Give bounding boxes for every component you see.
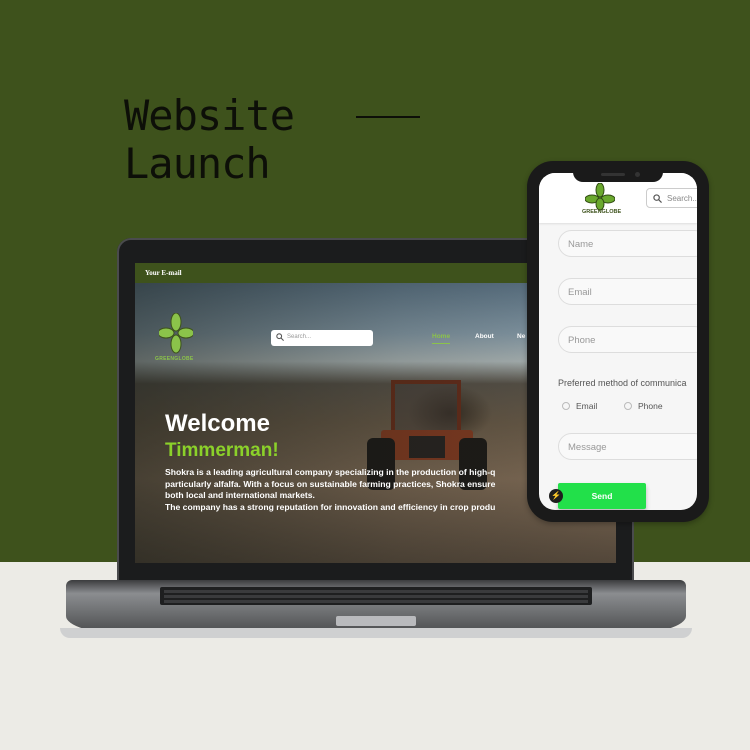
radio-email[interactable]: Email: [562, 401, 597, 411]
radio-circle[interactable]: [624, 402, 632, 410]
search-icon: [276, 333, 284, 341]
laptop-base-edge: [60, 628, 692, 638]
headline-line-2: Launch: [124, 139, 271, 188]
message-field[interactable]: Message: [558, 433, 697, 460]
hero-user-name: Timmerman!: [165, 440, 279, 461]
preferred-method-label: Preferred method of communica: [558, 378, 687, 388]
phone-logo-text: GREENGLOBE: [582, 209, 622, 215]
message-placeholder: Message: [568, 442, 607, 453]
logo-text: GREENGLOBE: [155, 356, 194, 362]
leaf-logo-icon[interactable]: [585, 183, 615, 211]
name-field[interactable]: Name: [558, 230, 697, 257]
phone-notch: [573, 168, 663, 182]
search-input[interactable]: Search...: [271, 330, 373, 346]
promo-stage: Website Launch Your E-mail GREENGLOBE Se…: [0, 0, 750, 750]
headline-divider: [356, 116, 420, 118]
radio-email-label: Email: [576, 401, 598, 411]
laptop-trackpad: [336, 616, 416, 626]
nav-about[interactable]: About: [475, 333, 494, 340]
radio-phone[interactable]: Phone: [624, 401, 663, 411]
promo-headline: Website Launch: [124, 91, 295, 188]
hero-welcome: Welcome: [165, 410, 270, 437]
phone-placeholder: Phone: [568, 335, 596, 346]
laptop-keyboard: [160, 587, 592, 605]
phone-screen: GREENGLOBE Search... Name Email Phone Pr…: [539, 173, 697, 510]
camera-icon: [635, 172, 640, 177]
topbar-email[interactable]: Your E-mail: [145, 269, 182, 277]
search-icon: [653, 194, 662, 203]
bolt-icon[interactable]: ⚡: [549, 489, 563, 503]
nav-home[interactable]: Home: [432, 333, 451, 344]
radio-circle[interactable]: [562, 402, 570, 410]
email-field[interactable]: Email: [558, 278, 697, 305]
phone-field[interactable]: Phone: [558, 326, 697, 353]
phone-search-placeholder: Search...: [667, 194, 697, 203]
leaf-logo-icon[interactable]: [159, 313, 193, 357]
headline-line-1: Website: [124, 91, 295, 140]
search-placeholder: Search...: [287, 334, 312, 340]
nav-news[interactable]: Ne: [517, 333, 525, 340]
email-placeholder: Email: [568, 287, 592, 298]
name-placeholder: Name: [568, 239, 594, 250]
radio-phone-label: Phone: [638, 401, 663, 411]
phone-search-input[interactable]: Search...: [646, 188, 697, 208]
send-button[interactable]: Send: [558, 483, 646, 509]
